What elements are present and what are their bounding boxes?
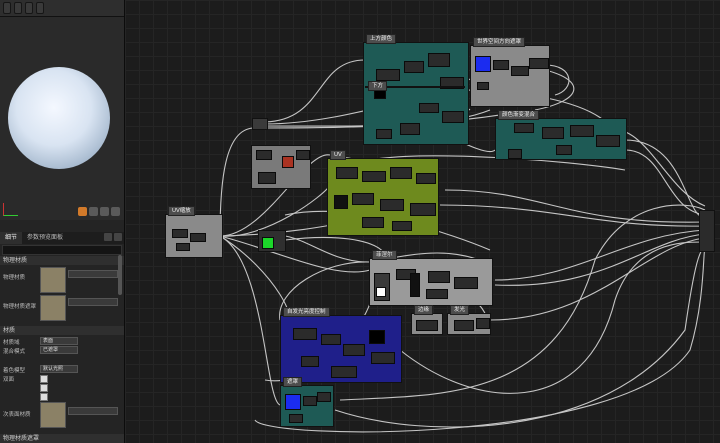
comment-glow[interactable]: 发光: [447, 305, 491, 335]
toolbar-button-1[interactable]: [3, 2, 11, 14]
section-material[interactable]: 材质: [0, 326, 124, 335]
comment-emissive-intensity[interactable]: 自发光亮度控制: [280, 307, 402, 383]
mesh-preview-icon[interactable]: [111, 207, 120, 216]
details-sidebar: 细节 参数预览面板 物理材质 物理材质 物理材质遮罩 材质 材质域 表面 混合模…: [0, 0, 125, 443]
comment-color-blend[interactable]: 颜色渐变混合: [495, 110, 627, 160]
comment-title-lower: 下方: [368, 81, 388, 91]
toolbar-button-4[interactable]: [36, 2, 44, 14]
comment-title-top-color: 上方颜色: [366, 34, 397, 44]
blend-mode-dropdown[interactable]: 已遮罩: [40, 346, 78, 354]
comment-mid-gray[interactable]: 菲涅尔: [369, 250, 493, 306]
material-preview-viewport[interactable]: [0, 17, 124, 220]
texcoord-node[interactable]: [252, 118, 268, 130]
comment-title-emissive: 自发光亮度控制: [283, 307, 330, 317]
comment-title-fresnel-group: 菲涅尔: [372, 250, 397, 260]
tab-details[interactable]: 细节: [0, 232, 23, 244]
sphere-preview-icon[interactable]: [78, 207, 87, 216]
footer-section[interactable]: 物理材质遮罩: [0, 434, 124, 443]
option-checkbox-2[interactable]: [40, 384, 48, 392]
comment-title-mask: 遮罩: [283, 377, 303, 387]
shading-label: 着色模型: [3, 368, 26, 374]
tab-close-icon[interactable]: [114, 233, 122, 241]
details-search-input[interactable]: [2, 245, 122, 255]
viewport-tools: [78, 207, 120, 216]
domain-dropdown[interactable]: 表面: [40, 337, 78, 345]
phys-mat-label: 物理材质: [3, 275, 26, 281]
twosided-label: 双面: [3, 377, 15, 383]
cube-preview-icon[interactable]: [89, 207, 98, 216]
phys-mat-dropdown[interactable]: [68, 270, 118, 278]
comment-title-glow: 发光: [450, 305, 470, 315]
twosided-checkbox[interactable]: [40, 375, 48, 383]
toolbar-button-3[interactable]: [25, 2, 33, 14]
comment-title-edge: 边缘: [414, 305, 434, 315]
option-checkbox-3[interactable]: [40, 393, 48, 401]
phys-mask-thumbnail[interactable]: [40, 295, 66, 321]
material-graph-canvas[interactable]: 上方颜色 下方 世界空间方向遮罩 颜色渐变混合 UV缩放 UV 菲涅尔 边缘 发…: [125, 0, 720, 443]
comment-top-color[interactable]: 上方颜色: [363, 34, 469, 145]
preview-sphere: [8, 67, 110, 169]
comment-uv[interactable]: UV: [327, 150, 439, 236]
comment-title-uv-scale: UV缩放: [168, 206, 195, 216]
details-tabs: 细节 参数预览面板: [0, 232, 124, 244]
shading-dropdown[interactable]: 默认光照: [40, 365, 78, 373]
subsurface-dropdown[interactable]: [68, 407, 118, 415]
comment-title-color-blend: 颜色渐变混合: [498, 110, 540, 120]
phys-mask-label: 物理材质遮罩: [3, 304, 37, 310]
comment-edge[interactable]: 边缘: [411, 305, 443, 335]
viewport-toolbar: [0, 0, 124, 17]
phys-mask-dropdown[interactable]: [68, 298, 118, 306]
subsurface-label: 次表面材质: [3, 412, 31, 418]
toolbar-button-2[interactable]: [14, 2, 22, 14]
tab-options-icon[interactable]: [104, 233, 112, 241]
comment-title-world-mask: 世界空间方向遮罩: [473, 37, 526, 47]
phys-mat-thumbnail[interactable]: [40, 267, 66, 293]
divider-lower-group: 下方: [365, 81, 465, 91]
node-group-small[interactable]: [251, 145, 311, 189]
section-physics[interactable]: 物理材质: [0, 256, 124, 265]
subsurface-thumbnail[interactable]: [40, 402, 66, 428]
comment-world-direction-mask[interactable]: 世界空间方向遮罩: [470, 37, 550, 107]
comment-mask[interactable]: 遮罩: [280, 377, 334, 427]
emissive-green-node[interactable]: [258, 230, 286, 252]
blend-mode-label: 混合模式: [3, 349, 26, 355]
comment-title-uv: UV: [330, 150, 346, 160]
comment-uv-scale[interactable]: UV缩放: [165, 206, 223, 258]
plane-preview-icon[interactable]: [100, 207, 109, 216]
tab-parameters[interactable]: 参数预览面板: [22, 232, 69, 244]
axis-gizmo-icon: [3, 203, 18, 216]
details-scrollbar[interactable]: [118, 255, 122, 295]
material-output-node[interactable]: [699, 210, 715, 252]
domain-label: 材质域: [3, 340, 20, 346]
